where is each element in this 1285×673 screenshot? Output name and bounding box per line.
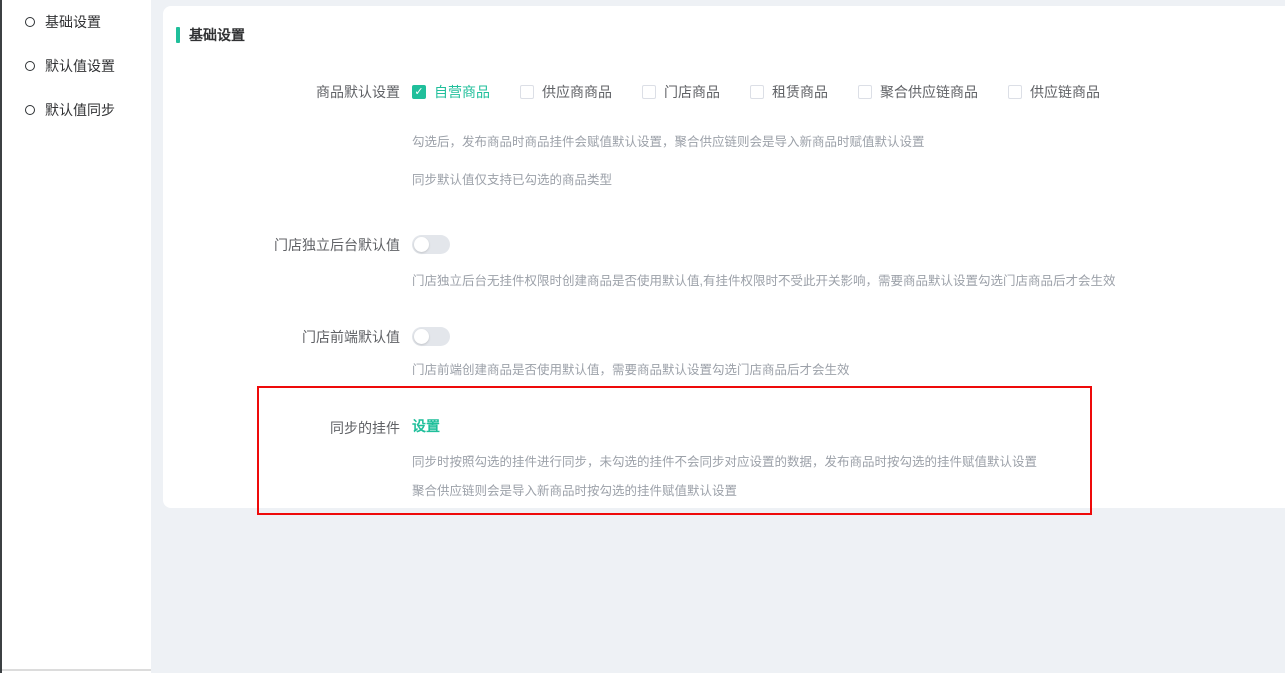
checkbox-unchecked-icon <box>750 85 764 99</box>
store-backend-default-toggle[interactable] <box>412 235 450 254</box>
sidebar-item-default-value-settings[interactable]: 默认值设置 <box>2 44 151 88</box>
sidebar-item-label: 默认值同步 <box>45 100 115 120</box>
store-backend-default-label: 门店独立后台默认值 <box>163 235 400 257</box>
section-title: 基础设置 <box>176 25 1285 45</box>
sync-widgets-row: 同步的挂件 设置 <box>163 418 1285 438</box>
checkbox-checked-icon: ✓ <box>412 85 426 99</box>
settings-step-sidebar: 基础设置 默认值设置 默认值同步 <box>2 0 151 671</box>
step-circle-icon <box>25 105 35 115</box>
title-accent-bar <box>176 27 180 43</box>
sidebar-item-basic-settings[interactable]: 基础设置 <box>2 0 151 44</box>
sync-widgets-hint-1: 同步时按照勾选的挂件进行同步，未勾选的挂件不会同步对应设置的数据，发布商品时按勾… <box>412 455 1037 469</box>
product-defaults-hint-1: 勾选后，发布商品时商品挂件会赋值默认设置，聚合供应链则会是导入新商品时赋值默认设… <box>412 135 925 149</box>
checkbox-unchecked-icon <box>642 85 656 99</box>
main-area: 基础设置 商品默认设置 ✓ 自营商品 供应商商品 门店商品 <box>163 0 1285 673</box>
page-title: 基础设置 <box>189 25 245 45</box>
sidebar-gap <box>151 0 163 673</box>
checkbox-self-operated-product[interactable]: ✓ 自营商品 <box>412 82 490 102</box>
checkbox-unchecked-icon <box>1008 85 1022 99</box>
toggle-knob <box>414 237 429 252</box>
product-defaults-row: 商品默认设置 ✓ 自营商品 供应商商品 门店商品 租赁商品 <box>163 82 1285 102</box>
store-front-default-label: 门店前端默认值 <box>163 327 400 349</box>
toggle-knob <box>414 329 429 344</box>
step-circle-icon <box>25 61 35 71</box>
store-front-default-row: 门店前端默认值 <box>163 327 1285 349</box>
checkbox-supplier-product[interactable]: 供应商商品 <box>520 82 612 102</box>
sync-widgets-label: 同步的挂件 <box>163 418 400 438</box>
checkbox-supply-chain-product[interactable]: 供应链商品 <box>1008 82 1100 102</box>
checkbox-lease-product[interactable]: 租赁商品 <box>750 82 828 102</box>
product-defaults-hint-2: 同步默认值仅支持已勾选的商品类型 <box>412 173 612 187</box>
store-front-default-toggle[interactable] <box>412 327 450 346</box>
checkbox-unchecked-icon <box>520 85 534 99</box>
checkbox-aggregated-supply-chain-product[interactable]: 聚合供应链商品 <box>858 82 978 102</box>
sync-widgets-hint-2: 聚合供应链则会是导入新商品时按勾选的挂件赋值默认设置 <box>412 484 737 498</box>
product-defaults-label: 商品默认设置 <box>163 82 400 102</box>
checkbox-store-product[interactable]: 门店商品 <box>642 82 720 102</box>
checkbox-unchecked-icon <box>858 85 872 99</box>
sidebar-item-default-value-sync[interactable]: 默认值同步 <box>2 88 151 132</box>
basic-settings-card: 基础设置 商品默认设置 ✓ 自营商品 供应商商品 门店商品 <box>163 6 1285 508</box>
sidebar-item-label: 默认值设置 <box>45 56 115 76</box>
store-front-default-hint: 门店前端创建商品是否使用默认值，需要商品默认设置勾选门店商品后才会生效 <box>412 363 850 377</box>
store-backend-default-hint: 门店独立后台无挂件权限时创建商品是否使用默认值,有挂件权限时不受此开关影响，需要… <box>412 274 1115 288</box>
product-type-checkbox-group: ✓ 自营商品 供应商商品 门店商品 租赁商品 聚合供应链商品 <box>412 82 1285 102</box>
sidebar-item-label: 基础设置 <box>45 12 101 32</box>
store-backend-default-row: 门店独立后台默认值 <box>163 235 1285 257</box>
sync-widgets-settings-link[interactable]: 设置 <box>412 419 440 434</box>
step-circle-icon <box>25 17 35 27</box>
